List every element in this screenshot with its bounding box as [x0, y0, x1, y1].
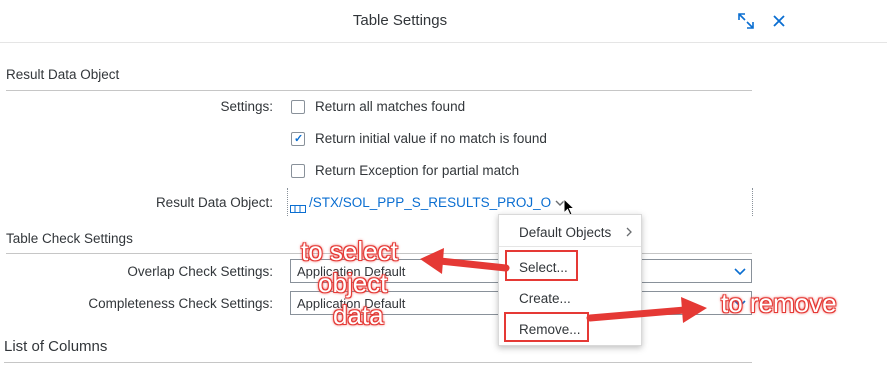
checkmark-icon: ✓ — [294, 133, 304, 145]
header-divider — [0, 42, 887, 43]
section-title-result: Result Data Object — [6, 67, 120, 82]
completeness-check-label: Completeness Check Settings: — [88, 296, 273, 311]
result-data-object-link[interactable]: /STX/SOL_PPP_S_RESULTS_PROJ_O — [309, 195, 551, 210]
menu-divider — [499, 246, 641, 247]
menu-item-default-objects[interactable]: Default Objects — [499, 217, 641, 247]
highlight-select — [505, 250, 578, 281]
field-border-left — [287, 188, 288, 216]
section-divider — [6, 90, 752, 91]
arrow-to-select-icon — [420, 248, 510, 274]
expand-icon[interactable] — [735, 10, 757, 32]
section-title-check: Table Check Settings — [6, 231, 133, 246]
section-divider — [4, 362, 752, 363]
checkbox-return-exception[interactable] — [291, 164, 305, 178]
highlight-remove — [504, 312, 589, 342]
checkbox-return-initial[interactable]: ✓ — [291, 132, 305, 146]
checkbox-label: Return Exception for partial match — [315, 163, 520, 178]
checkbox-return-all[interactable] — [291, 100, 305, 114]
result-data-object-label: Result Data Object: — [155, 195, 273, 210]
dialog-title: Table Settings — [352, 12, 448, 29]
close-icon[interactable] — [768, 10, 790, 32]
chevron-down-icon[interactable] — [733, 265, 747, 283]
section-title-columns: List of Columns — [4, 338, 108, 355]
field-border-right — [752, 188, 753, 216]
annotation-select-line2: object — [318, 268, 388, 298]
overlap-check-label: Overlap Check Settings: — [127, 264, 273, 279]
annotation-select-line1: to select — [301, 236, 398, 266]
structure-icon — [290, 200, 306, 218]
chevron-right-icon — [625, 226, 633, 241]
annotation-select-line3: data — [333, 300, 384, 330]
settings-label: Settings: — [220, 99, 273, 114]
arrow-to-remove-icon — [586, 297, 707, 323]
annotation-remove: to remove — [721, 288, 837, 318]
checkbox-label: Return initial value if no match is foun… — [315, 131, 547, 146]
checkbox-label: Return all matches found — [315, 99, 466, 114]
